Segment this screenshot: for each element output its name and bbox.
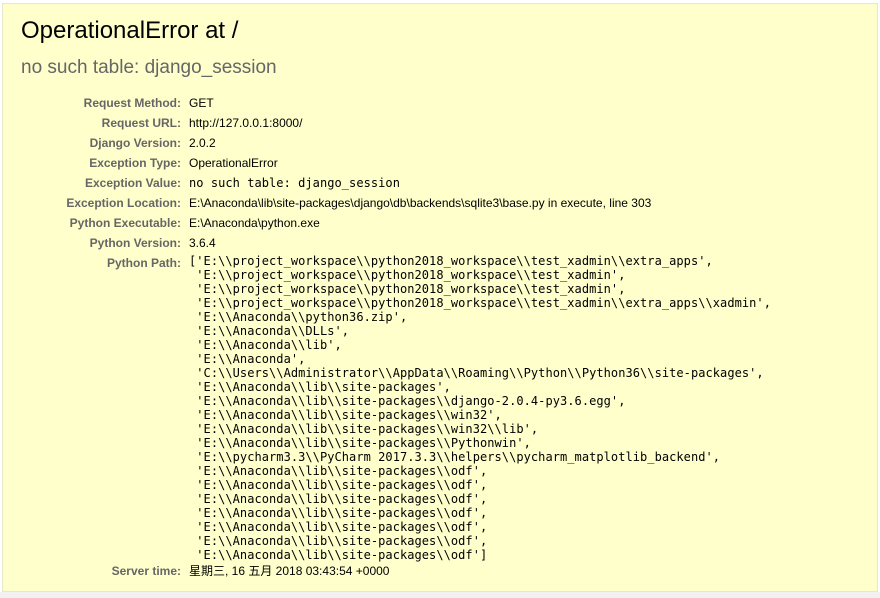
exception-type-label: Exception Type: <box>89 156 181 170</box>
server-time-label: Server time: <box>111 564 181 578</box>
page-title: OperationalError at / <box>21 17 239 44</box>
meta-row-server-time: Server time: 星期三, 16 五月 2018 03:43:54 +0… <box>21 562 771 582</box>
python-path-line: 'E:\\Anaconda\\lib\\site-packages\\odf', <box>189 478 488 492</box>
meta-row-request-method: Request Method: GET <box>21 94 771 114</box>
request-url-value: http://127.0.0.1:8000/ <box>189 116 303 130</box>
python-path-line: 'E:\\Anaconda\\lib\\site-packages\\odf', <box>189 506 488 520</box>
python-path-line: 'E:\\project_workspace\\python2018_works… <box>189 296 771 310</box>
request-method-label: Request Method: <box>83 96 181 110</box>
request-method-value: GET <box>189 96 214 110</box>
request-url-label: Request URL: <box>101 116 181 130</box>
server-time-value: 星期三, 16 五月 2018 03:43:54 +0000 <box>189 564 390 578</box>
python-path-line: 'E:\\Anaconda\\lib\\site-packages', <box>189 380 451 394</box>
meta-row-exception-type: Exception Type: OperationalError <box>21 154 771 174</box>
meta-row-exception-value: Exception Value: no such table: django_s… <box>21 174 771 194</box>
exception-type-value: OperationalError <box>189 156 278 170</box>
python-path-line: 'E:\\Anaconda\\lib\\site-packages\\win32… <box>189 422 539 436</box>
python-executable-value: E:\Anaconda\python.exe <box>189 216 320 230</box>
python-version-label: Python Version: <box>89 236 181 250</box>
meta-row-exception-location: Exception Location: E:\Anaconda\lib\site… <box>21 194 771 214</box>
python-path-line: 'E:\\Anaconda\\python36.zip', <box>189 310 408 324</box>
exception-location-value: E:\Anaconda\lib\site-packages\django\db\… <box>189 196 652 210</box>
python-path-line: 'E:\\project_workspace\\python2018_works… <box>189 268 626 282</box>
python-path-line: 'C:\\Users\\Administrator\\AppData\\Roam… <box>189 366 764 380</box>
meta-row-django-version: Django Version: 2.0.2 <box>21 134 771 154</box>
python-path-list: ['E:\\project_workspace\\python2018_work… <box>189 254 771 562</box>
python-path-line: 'E:\\Anaconda\\lib\\site-packages\\odf'] <box>189 548 488 562</box>
python-path-line: 'E:\\Anaconda\\lib\\site-packages\\odf', <box>189 492 488 506</box>
python-path-line: 'E:\\Anaconda\\lib\\site-packages\\odf', <box>189 464 488 478</box>
python-path-line: 'E:\\pycharm3.3\\PyCharm 2017.3.3\\helpe… <box>189 450 721 464</box>
meta-row-python-executable: Python Executable: E:\Anaconda\python.ex… <box>21 214 771 234</box>
window-bottom-edge <box>0 592 880 598</box>
python-path-line: 'E:\\Anaconda\\lib\\site-packages\\odf', <box>189 534 488 548</box>
python-path-line: 'E:\\Anaconda', <box>189 352 306 366</box>
exception-value-value: no such table: django_session <box>189 176 400 190</box>
error-subtitle: no such table: django_session <box>21 57 277 78</box>
request-meta-table: Request Method: GET Request URL: http://… <box>21 94 771 582</box>
meta-row-python-version: Python Version: 3.6.4 <box>21 234 771 254</box>
python-path-line: 'E:\\Anaconda\\lib\\site-packages\\win32… <box>189 408 502 422</box>
python-path-line: ['E:\\project_workspace\\python2018_work… <box>189 254 713 268</box>
python-path-line: 'E:\\Anaconda\\lib\\site-packages\\Pytho… <box>189 436 531 450</box>
python-version-value: 3.6.4 <box>189 236 216 250</box>
python-path-value: ['E:\\project_workspace\\python2018_work… <box>189 254 771 562</box>
python-path-line: 'E:\\Anaconda\\lib\\site-packages\\djang… <box>189 394 626 408</box>
meta-row-python-path: Python Path: ['E:\\project_workspace\\py… <box>21 254 771 562</box>
error-summary-panel: OperationalError at / no such table: dja… <box>2 3 878 592</box>
python-path-line: 'E:\\Anaconda\\lib', <box>189 338 342 352</box>
exception-value-label: Exception Value: <box>84 176 181 190</box>
python-path-line: 'E:\\Anaconda\\lib\\site-packages\\odf', <box>189 520 488 534</box>
python-path-label: Python Path: <box>107 256 181 270</box>
meta-row-request-url: Request URL: http://127.0.0.1:8000/ <box>21 114 771 134</box>
python-path-line: 'E:\\Anaconda\\DLLs', <box>189 324 350 338</box>
django-version-value: 2.0.2 <box>189 136 216 150</box>
python-executable-label: Python Executable: <box>69 216 181 230</box>
exception-location-label: Exception Location: <box>66 196 181 210</box>
python-path-line: 'E:\\project_workspace\\python2018_works… <box>189 282 626 296</box>
django-version-label: Django Version: <box>89 136 181 150</box>
